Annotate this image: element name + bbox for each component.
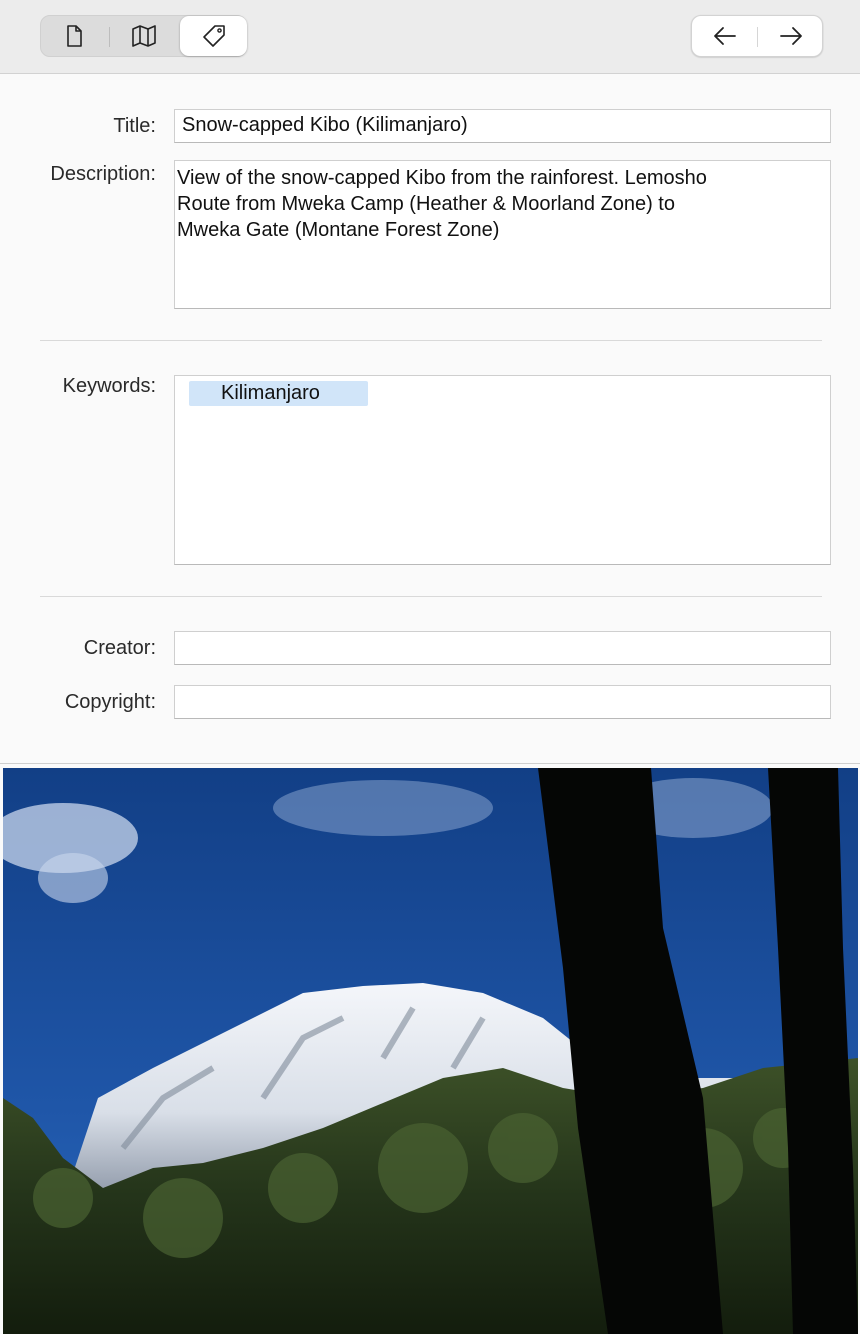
keywords-field[interactable]: Kilimanjaro — [174, 375, 831, 565]
copyright-field[interactable] — [174, 685, 831, 719]
keywords-tab-button[interactable] — [180, 16, 247, 56]
description-line: Route from Mweka Camp (Heather & Moorlan… — [177, 193, 675, 215]
toolbar — [0, 0, 860, 74]
info-tab-button[interactable] — [41, 16, 107, 56]
back-button[interactable] — [692, 16, 758, 56]
description-line: View of the snow-capped Kibo from the ra… — [177, 167, 707, 189]
keyword-token[interactable]: Kilimanjaro — [189, 381, 368, 406]
arrow-left-icon — [714, 27, 736, 45]
section-separator — [40, 340, 822, 341]
arrow-right-icon — [780, 27, 802, 45]
creator-field[interactable] — [174, 631, 831, 665]
description-label: Description: — [50, 163, 156, 185]
photo-preview — [0, 763, 860, 1334]
segment-divider — [109, 27, 110, 47]
map-icon — [132, 25, 156, 47]
creator-label: Creator: — [83, 637, 156, 659]
map-tab-button[interactable] — [111, 16, 177, 56]
forward-button[interactable] — [758, 16, 824, 56]
title-label: Title: — [113, 115, 156, 137]
view-mode-segmented-control — [40, 15, 247, 57]
description-line: Mweka Gate (Montane Forest Zone) — [177, 219, 500, 241]
copyright-label: Copyright: — [64, 691, 156, 713]
document-icon — [67, 25, 82, 47]
title-field[interactable]: Snow-capped Kibo (Kilimanjaro) — [174, 109, 831, 143]
tag-icon — [202, 25, 225, 47]
photo-image — [3, 768, 858, 1334]
section-separator — [40, 596, 822, 597]
keywords-label: Keywords: — [62, 375, 156, 397]
description-field[interactable]: View of the snow-capped Kibo from the ra… — [174, 160, 831, 309]
navigation-buttons — [691, 15, 823, 57]
